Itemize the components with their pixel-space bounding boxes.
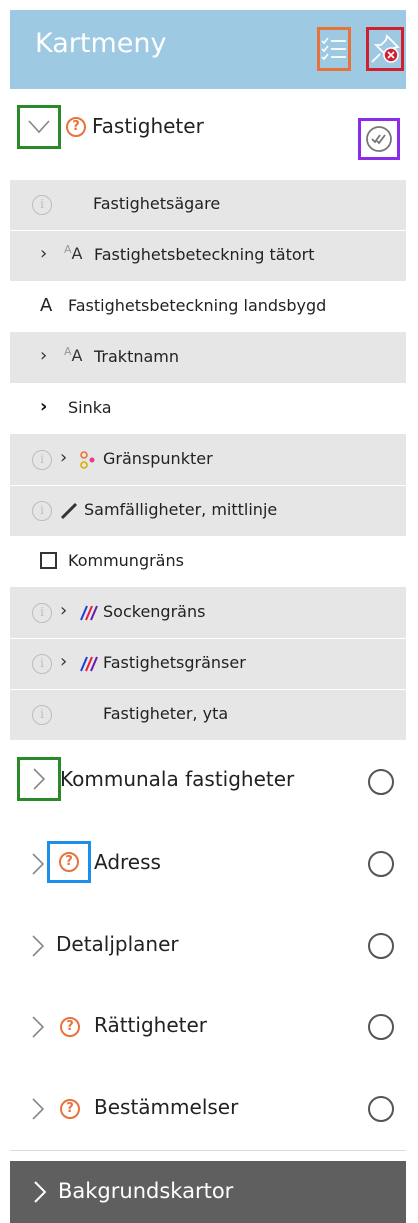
multiline-icon <box>80 605 98 621</box>
chevron-right-icon[interactable]: › <box>40 345 47 366</box>
group-select-radio[interactable] <box>368 851 394 877</box>
group-kommunala-fastigheter[interactable]: Kommunala fastigheter <box>10 741 406 824</box>
sublayer-label: Fastighetsägare <box>93 194 221 213</box>
question-circle-icon[interactable]: ? <box>60 1017 80 1037</box>
group-label: Rättigheter <box>94 1013 207 1037</box>
sublayer-traktnamn[interactable]: › AA Traktnamn <box>10 333 406 384</box>
group-fastigheter[interactable]: ? Fastigheter <box>10 89 406 181</box>
panel-title: Kartmeny <box>35 28 167 59</box>
sublayer-label: Samfälligheter, mittlinje <box>84 500 278 519</box>
chevron-right-icon[interactable]: › <box>40 243 47 264</box>
question-circle-icon: ? <box>59 852 79 872</box>
group-select-radio[interactable] <box>368 933 394 959</box>
sublayer-samfalligheter[interactable]: i Samfälligheter, mittlinje <box>10 486 406 537</box>
section-label: Bakgrundskartor <box>58 1179 234 1203</box>
group-label: Fastigheter <box>92 114 204 138</box>
chevron-right-icon[interactable]: › <box>60 600 67 621</box>
group-label: Kommunala fastigheter <box>60 767 295 791</box>
info-circle-icon[interactable]: i <box>32 195 52 215</box>
line-pen-icon <box>60 502 78 520</box>
unpin-button[interactable] <box>366 27 404 71</box>
map-menu-header: Kartmeny <box>10 10 406 89</box>
square-outline-icon <box>40 552 57 569</box>
sublayer-label: Sinka <box>68 398 112 417</box>
chevron-down-icon <box>28 120 50 134</box>
sublayer-label: Fastighetsbeteckning tätort <box>94 245 315 264</box>
info-circle-icon[interactable]: i <box>32 450 52 470</box>
group-bestammelser[interactable]: ? Bestämmelser <box>10 1068 406 1151</box>
unpin-icon <box>371 34 400 63</box>
text-label-icon: AA <box>64 243 83 263</box>
sublayer-fastighetsbeteckning-tatort[interactable]: › AA Fastighetsbeteckning tätort <box>10 231 406 282</box>
group-select-radio[interactable] <box>368 1014 394 1040</box>
info-circle-icon[interactable]: i <box>32 654 52 674</box>
double-check-circle-icon <box>366 126 392 152</box>
chevron-right-icon <box>34 1181 46 1203</box>
chevron-right-icon[interactable] <box>32 935 44 957</box>
sublayer-label: Traktnamn <box>94 347 180 366</box>
sublayer-fastigheter-yta[interactable]: i Fastigheter, yta <box>10 690 406 741</box>
sublayer-fastighetsbeteckning-landsbygd[interactable]: A Fastighetsbeteckning landsbygd <box>10 282 406 333</box>
chevron-right-icon <box>33 768 45 790</box>
sublayer-label: Kommungräns <box>68 551 184 570</box>
sublayer-label: Fastigheter, yta <box>103 704 229 723</box>
text-label-icon: AA <box>64 345 83 365</box>
chevron-right-icon[interactable]: › <box>40 396 47 417</box>
expand-toggle[interactable] <box>17 757 61 801</box>
question-circle-icon[interactable]: ? <box>66 117 86 137</box>
sublayer-sinka[interactable]: › Sinka <box>10 384 406 435</box>
group-select-radio[interactable] <box>368 1096 394 1122</box>
help-button[interactable]: ? <box>47 841 91 883</box>
select-all-toggle[interactable] <box>358 118 400 160</box>
list-check-icon <box>321 37 346 61</box>
text-label-icon: A <box>40 295 53 316</box>
group-label: Detaljplaner <box>56 932 179 956</box>
group-select-radio[interactable] <box>368 769 394 795</box>
collapse-toggle[interactable] <box>17 105 61 149</box>
background-maps-section[interactable]: Bakgrundskartor <box>10 1161 406 1223</box>
sublayer-sockengrans[interactable]: i › Sockengräns <box>10 588 406 639</box>
sublayer-label: Sockengräns <box>103 602 206 621</box>
info-circle-icon[interactable]: i <box>32 501 52 521</box>
points-icon <box>80 451 95 469</box>
info-circle-icon[interactable]: i <box>32 603 52 623</box>
sublayer-fastighetsgranser[interactable]: i › Fastighetsgränser <box>10 639 406 690</box>
sublayer-label: Fastighetsgränser <box>103 653 246 672</box>
chevron-right-icon[interactable] <box>32 1016 44 1038</box>
info-circle-icon[interactable]: i <box>32 705 52 725</box>
sublayer-kommungrans[interactable]: Kommungräns <box>10 537 406 588</box>
chevron-right-icon[interactable] <box>32 853 44 875</box>
chevron-right-icon[interactable]: › <box>60 651 67 672</box>
sublayer-label: Gränspunkter <box>103 449 213 468</box>
multiline-icon <box>80 656 98 672</box>
chevron-right-icon[interactable] <box>32 1098 44 1120</box>
group-rattigheter[interactable]: ? Rättigheter <box>10 986 406 1069</box>
sublayer-fastighetsagare[interactable]: i Fastighetsägare <box>10 180 406 231</box>
question-circle-icon[interactable]: ? <box>60 1099 80 1119</box>
group-label: Bestämmelser <box>94 1095 239 1119</box>
group-label: Adress <box>94 850 161 874</box>
layer-list-button[interactable] <box>317 27 351 71</box>
sublayer-label: Fastighetsbeteckning landsbygd <box>68 296 327 315</box>
group-detaljplaner[interactable]: Detaljplaner <box>10 905 406 987</box>
group-adress[interactable]: ? Adress <box>10 823 406 906</box>
sublayer-granspunkter[interactable]: i › Gränspunkter <box>10 435 406 486</box>
chevron-right-icon[interactable]: › <box>60 447 67 468</box>
